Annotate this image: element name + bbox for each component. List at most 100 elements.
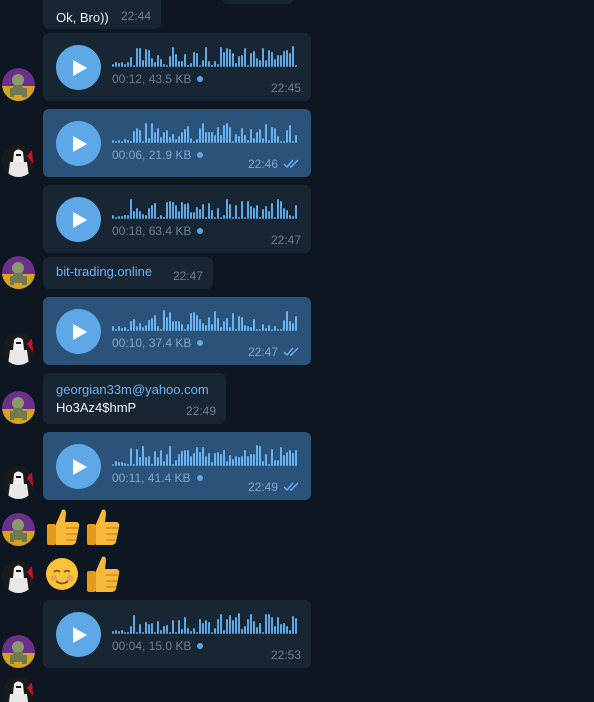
waveform[interactable] xyxy=(112,197,298,219)
waveform-bar xyxy=(262,209,264,219)
waveform-bar xyxy=(181,324,183,331)
waveform-bar xyxy=(121,462,123,466)
avatar[interactable] xyxy=(2,635,35,668)
waveform-bar xyxy=(178,136,180,143)
waveform-bar xyxy=(211,324,213,331)
emoji-message xyxy=(44,552,122,596)
waveform[interactable] xyxy=(112,121,298,143)
waveform-bar xyxy=(121,62,123,67)
waveform-bar xyxy=(145,49,147,67)
waveform-bar xyxy=(247,140,249,143)
waveform-bar xyxy=(205,456,207,466)
play-button[interactable] xyxy=(56,121,101,166)
waveform-bar xyxy=(133,464,135,466)
avatar[interactable] xyxy=(2,332,35,365)
play-button[interactable] xyxy=(56,197,101,242)
waveform-bar xyxy=(223,52,225,67)
waveform-bar xyxy=(238,613,240,634)
waveform-bar xyxy=(175,205,177,219)
waveform-bar xyxy=(136,326,138,331)
waveform[interactable] xyxy=(112,309,298,331)
play-button[interactable] xyxy=(56,444,101,489)
waveform-bar xyxy=(160,215,162,219)
waveform-bar xyxy=(193,212,195,219)
waveform-bar xyxy=(142,327,144,331)
unplayed-dot-icon xyxy=(197,340,204,346)
message-bubble[interactable]: Ok, Bro)) 22:44 xyxy=(43,0,161,29)
waveform-bar xyxy=(151,205,153,219)
waveform-bar xyxy=(247,65,249,67)
waveform-bar xyxy=(187,203,189,219)
waveform[interactable] xyxy=(112,444,298,466)
waveform-bar xyxy=(286,626,288,634)
avatar[interactable] xyxy=(2,560,35,593)
avatar[interactable] xyxy=(2,144,35,177)
waveform-bar xyxy=(193,141,195,143)
waveform-bar xyxy=(244,325,246,331)
waveform-bar xyxy=(265,124,267,143)
waveform-bar xyxy=(199,209,201,219)
waveform-bar xyxy=(241,629,243,634)
waveform-bar xyxy=(115,329,117,331)
waveform-bar xyxy=(241,55,243,67)
voice-meta: 00:11, 41.4 KB xyxy=(112,471,203,485)
waveform-bar xyxy=(259,329,261,331)
message-email-link[interactable]: georgian33m@yahoo.com xyxy=(56,381,213,399)
waveform-bar xyxy=(265,328,267,331)
waveform-bar xyxy=(205,132,207,143)
waveform-bar xyxy=(130,626,132,634)
waveform-bar xyxy=(217,127,219,143)
waveform-bar xyxy=(289,125,291,143)
waveform-bar xyxy=(241,456,243,466)
waveform-bar xyxy=(190,313,192,331)
waveform-bar xyxy=(244,48,246,67)
avatar[interactable] xyxy=(2,68,35,101)
waveform-bar xyxy=(127,62,129,67)
avatar[interactable] xyxy=(2,466,35,499)
avatar[interactable] xyxy=(2,513,35,546)
waveform-bar xyxy=(280,201,282,219)
waveform-bar xyxy=(220,614,222,634)
waveform-bar xyxy=(238,217,240,219)
waveform-bar xyxy=(190,138,192,143)
waveform-bar xyxy=(196,447,198,466)
waveform-bar xyxy=(286,452,288,466)
waveform-bar xyxy=(250,327,252,331)
voice-meta: 00:18, 63.4 KB xyxy=(112,224,204,238)
waveform-bar xyxy=(190,456,192,466)
waveform-bar xyxy=(181,202,183,219)
unplayed-dot-icon xyxy=(197,76,204,82)
waveform-bar xyxy=(253,51,255,67)
waveform-bar xyxy=(163,461,165,466)
waveform-bar xyxy=(244,626,246,634)
waveform-bar xyxy=(163,132,165,143)
waveform-bar xyxy=(226,199,228,219)
avatar[interactable] xyxy=(2,676,35,702)
waveform-bar xyxy=(271,52,273,67)
play-button[interactable] xyxy=(56,45,101,90)
waveform-bar xyxy=(205,325,207,331)
waveform-bar xyxy=(190,63,192,67)
waveform-bar xyxy=(139,211,141,219)
waveform-bar xyxy=(220,454,222,466)
avatar[interactable] xyxy=(2,256,35,289)
play-button[interactable] xyxy=(56,309,101,354)
waveform-bar xyxy=(208,622,210,634)
waveform-bar xyxy=(295,316,297,331)
waveform-bar xyxy=(238,136,240,143)
avatar[interactable] xyxy=(2,391,35,424)
waveform[interactable] xyxy=(112,45,298,67)
waveform-bar xyxy=(235,134,237,143)
waveform-bar xyxy=(214,61,216,67)
waveform-bar xyxy=(265,454,267,466)
waveform-bar xyxy=(217,318,219,331)
waveform-bar xyxy=(172,134,174,143)
waveform-bar xyxy=(259,446,261,466)
waveform[interactable] xyxy=(112,612,298,634)
waveform-bar xyxy=(253,319,255,331)
waveform-bar xyxy=(292,616,294,634)
play-button[interactable] xyxy=(56,612,101,657)
waveform-bar xyxy=(148,624,150,634)
waveform-bar xyxy=(277,617,279,634)
waveform-bar xyxy=(265,614,267,634)
